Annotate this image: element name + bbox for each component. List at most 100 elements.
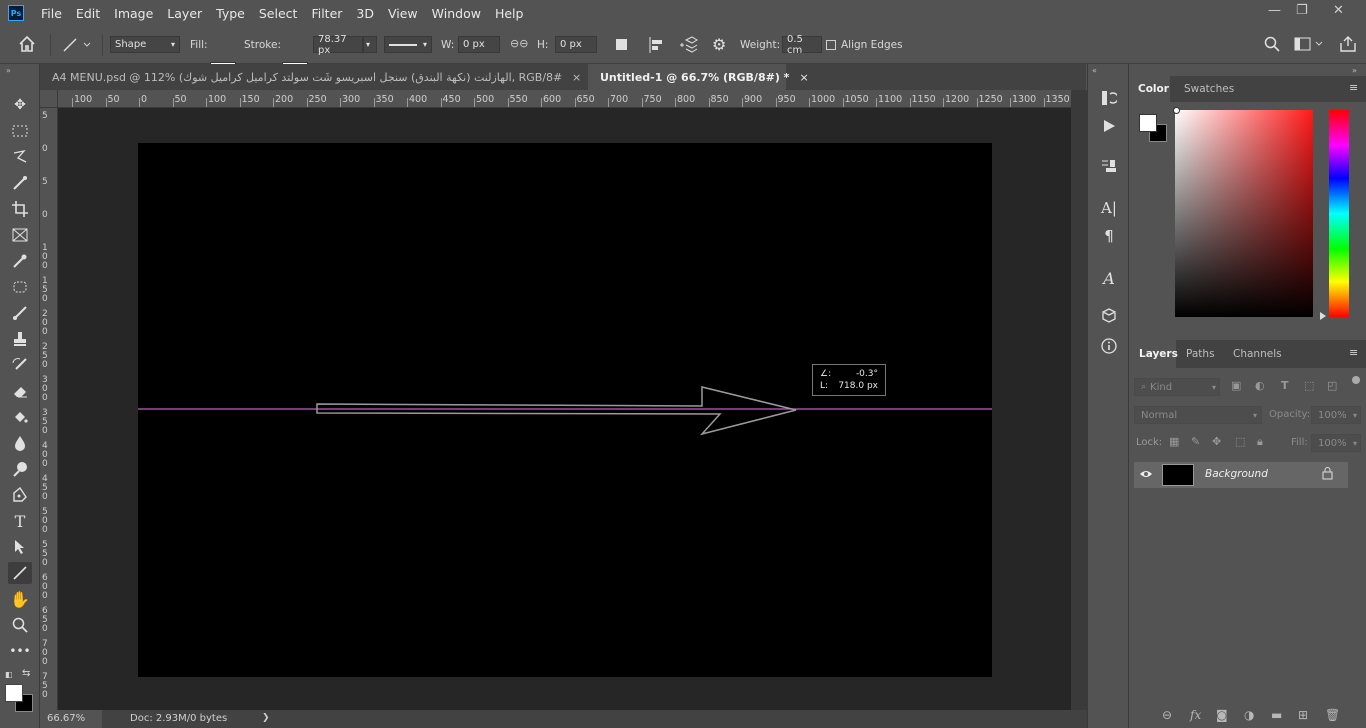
- home-icon[interactable]: [18, 35, 36, 56]
- align-edges-checkbox[interactable]: [826, 40, 836, 50]
- document-canvas[interactable]: ∠: -0.3° L: 718.0 px: [138, 143, 992, 677]
- tab-paths[interactable]: Paths: [1186, 348, 1215, 360]
- ruler-origin[interactable]: [40, 90, 58, 108]
- collapse-left-arrows-icon[interactable]: «: [1092, 66, 1097, 75]
- layer-kind-filter[interactable]: ⌕ Kind ▾: [1134, 378, 1220, 396]
- brush-tool-icon[interactable]: [8, 302, 32, 324]
- dodge-tool-icon[interactable]: [8, 458, 32, 480]
- paragraph-panel-icon[interactable]: ¶: [1098, 226, 1120, 246]
- lock-transparent-icon[interactable]: ▦: [1169, 435, 1179, 448]
- frame-tool-icon[interactable]: [8, 224, 32, 246]
- tab-swatches[interactable]: Swatches: [1184, 83, 1234, 95]
- marquee-tool-icon[interactable]: [8, 120, 32, 142]
- menu-file[interactable]: File: [34, 6, 69, 21]
- hue-slider[interactable]: [1329, 110, 1349, 317]
- lasso-tool-icon[interactable]: [8, 146, 32, 168]
- default-colors-icon[interactable]: ◧: [5, 670, 13, 679]
- path-selection-tool-icon[interactable]: [8, 536, 32, 558]
- layer-thumbnail[interactable]: [1162, 464, 1194, 486]
- link-layers-icon[interactable]: ⊖: [1162, 708, 1172, 722]
- color-field[interactable]: [1175, 110, 1313, 317]
- minimize-button[interactable]: —: [1268, 3, 1281, 18]
- libraries-3d-icon[interactable]: [1098, 306, 1120, 326]
- menu-select[interactable]: Select: [252, 6, 305, 21]
- lock-position-icon[interactable]: ✥: [1212, 435, 1221, 448]
- type-tool-icon[interactable]: T: [8, 510, 32, 532]
- eraser-tool-icon[interactable]: [8, 380, 32, 402]
- stroke-width-chevron-icon[interactable]: ▾: [363, 36, 377, 53]
- new-layer-icon[interactable]: ⊞: [1298, 708, 1308, 722]
- character-panel-icon[interactable]: A|: [1098, 198, 1120, 218]
- menu-view[interactable]: View: [381, 6, 425, 21]
- horizontal-ruler[interactable]: 100 50 0 50 100 150 200 250 300 350 400 450 500 550 60…: [58, 90, 1071, 108]
- width-input[interactable]: 0 px: [458, 36, 500, 53]
- eyedropper-tool-icon[interactable]: [8, 250, 32, 272]
- swap-colors-icon[interactable]: ⇆: [22, 668, 30, 679]
- fx-icon[interactable]: fx: [1190, 708, 1201, 722]
- layer-row-background[interactable]: Background: [1134, 462, 1348, 488]
- opacity-input[interactable]: 100% ▾: [1311, 406, 1361, 424]
- tab-layers[interactable]: Layers: [1139, 348, 1178, 360]
- layers-menu-icon[interactable]: ≡: [1349, 346, 1358, 359]
- tool-presets-icon[interactable]: [1098, 156, 1120, 176]
- blend-mode-select[interactable]: Normal ▾: [1134, 406, 1262, 424]
- hue-slider-handle[interactable]: [1320, 312, 1326, 320]
- path-arrangement-icon[interactable]: [678, 36, 698, 57]
- lock-all-icon[interactable]: 🔒︎: [1257, 435, 1263, 449]
- actions-play-icon[interactable]: [1098, 116, 1120, 136]
- collapse-arrows-icon[interactable]: »: [6, 66, 11, 75]
- menu-image[interactable]: Image: [107, 6, 160, 21]
- tab-a4-menu[interactable]: A4 MENU.psd @ 112% (الهازلنت (نكهة البند…: [40, 64, 588, 90]
- collapse-right-arrows-icon[interactable]: »: [1352, 66, 1357, 75]
- menu-3d[interactable]: 3D: [349, 6, 381, 21]
- menu-type[interactable]: Type: [209, 6, 252, 21]
- color-fg-swatch[interactable]: [1139, 114, 1157, 132]
- blur-tool-icon[interactable]: [8, 432, 32, 454]
- lock-pixels-icon[interactable]: ✎: [1191, 435, 1200, 448]
- weight-input[interactable]: 0.5 cm: [782, 34, 822, 56]
- new-group-icon[interactable]: ▬: [1271, 708, 1282, 722]
- share-icon[interactable]: [1340, 36, 1356, 55]
- close-button[interactable]: ✕: [1333, 3, 1344, 18]
- close-icon[interactable]: ×: [799, 71, 808, 84]
- delete-layer-icon[interactable]: 🗑︎: [1325, 708, 1340, 722]
- vertical-scrollbar[interactable]: [1071, 90, 1087, 710]
- adjustment-layer-icon[interactable]: ◑: [1244, 708, 1254, 722]
- crop-tool-icon[interactable]: [8, 198, 32, 220]
- quick-selection-tool-icon[interactable]: [8, 172, 32, 194]
- filter-toggle-icon[interactable]: [1352, 376, 1360, 384]
- menu-filter[interactable]: Filter: [304, 6, 349, 21]
- more-tools-icon[interactable]: •••: [8, 640, 32, 662]
- add-mask-icon[interactable]: ◙: [1216, 708, 1228, 722]
- fill-input[interactable]: 100% ▾: [1311, 434, 1361, 452]
- pen-tool-icon[interactable]: [8, 484, 32, 506]
- stroke-type-select[interactable]: ▾: [384, 36, 432, 53]
- menu-edit[interactable]: Edit: [69, 6, 107, 21]
- vertical-ruler[interactable]: 5 0 5 0 100 150 200 250 300 350 400 450 500 550 600 650…: [40, 108, 58, 710]
- restore-button[interactable]: ❐: [1296, 3, 1308, 18]
- history-brush-tool-icon[interactable]: [8, 354, 32, 376]
- path-operations-icon[interactable]: [615, 38, 629, 55]
- clone-stamp-tool-icon[interactable]: [8, 328, 32, 350]
- lock-artboard-icon[interactable]: ⬚: [1235, 435, 1245, 448]
- menu-help[interactable]: Help: [488, 6, 531, 21]
- stroke-width-input[interactable]: 78.37 px: [313, 34, 363, 56]
- zoom-tool-icon[interactable]: [8, 614, 32, 636]
- adjustment-filter-icon[interactable]: ◐: [1255, 379, 1265, 392]
- zoom-level[interactable]: 66.67%: [40, 710, 102, 728]
- close-icon[interactable]: ×: [572, 71, 581, 84]
- tab-channels[interactable]: Channels: [1233, 348, 1282, 360]
- height-input[interactable]: 0 px: [555, 36, 597, 53]
- info-icon[interactable]: [1098, 336, 1120, 356]
- line-tool-icon[interactable]: [8, 562, 32, 584]
- history-panel-icon[interactable]: [1098, 88, 1120, 108]
- tab-untitled-1[interactable]: Untitled-1 @ 66.7% (RGB/8#) * ×: [588, 64, 809, 90]
- menu-window[interactable]: Window: [425, 6, 488, 21]
- panel-menu-icon[interactable]: ≡: [1349, 81, 1358, 94]
- line-tool-preset-icon[interactable]: [62, 37, 92, 56]
- paint-bucket-tool-icon[interactable]: [8, 406, 32, 428]
- menu-layer[interactable]: Layer: [160, 6, 209, 21]
- smart-object-filter-icon[interactable]: ◰: [1327, 379, 1337, 392]
- shape-filter-icon[interactable]: ⬚: [1304, 379, 1314, 392]
- gear-icon[interactable]: ⚙: [712, 35, 726, 54]
